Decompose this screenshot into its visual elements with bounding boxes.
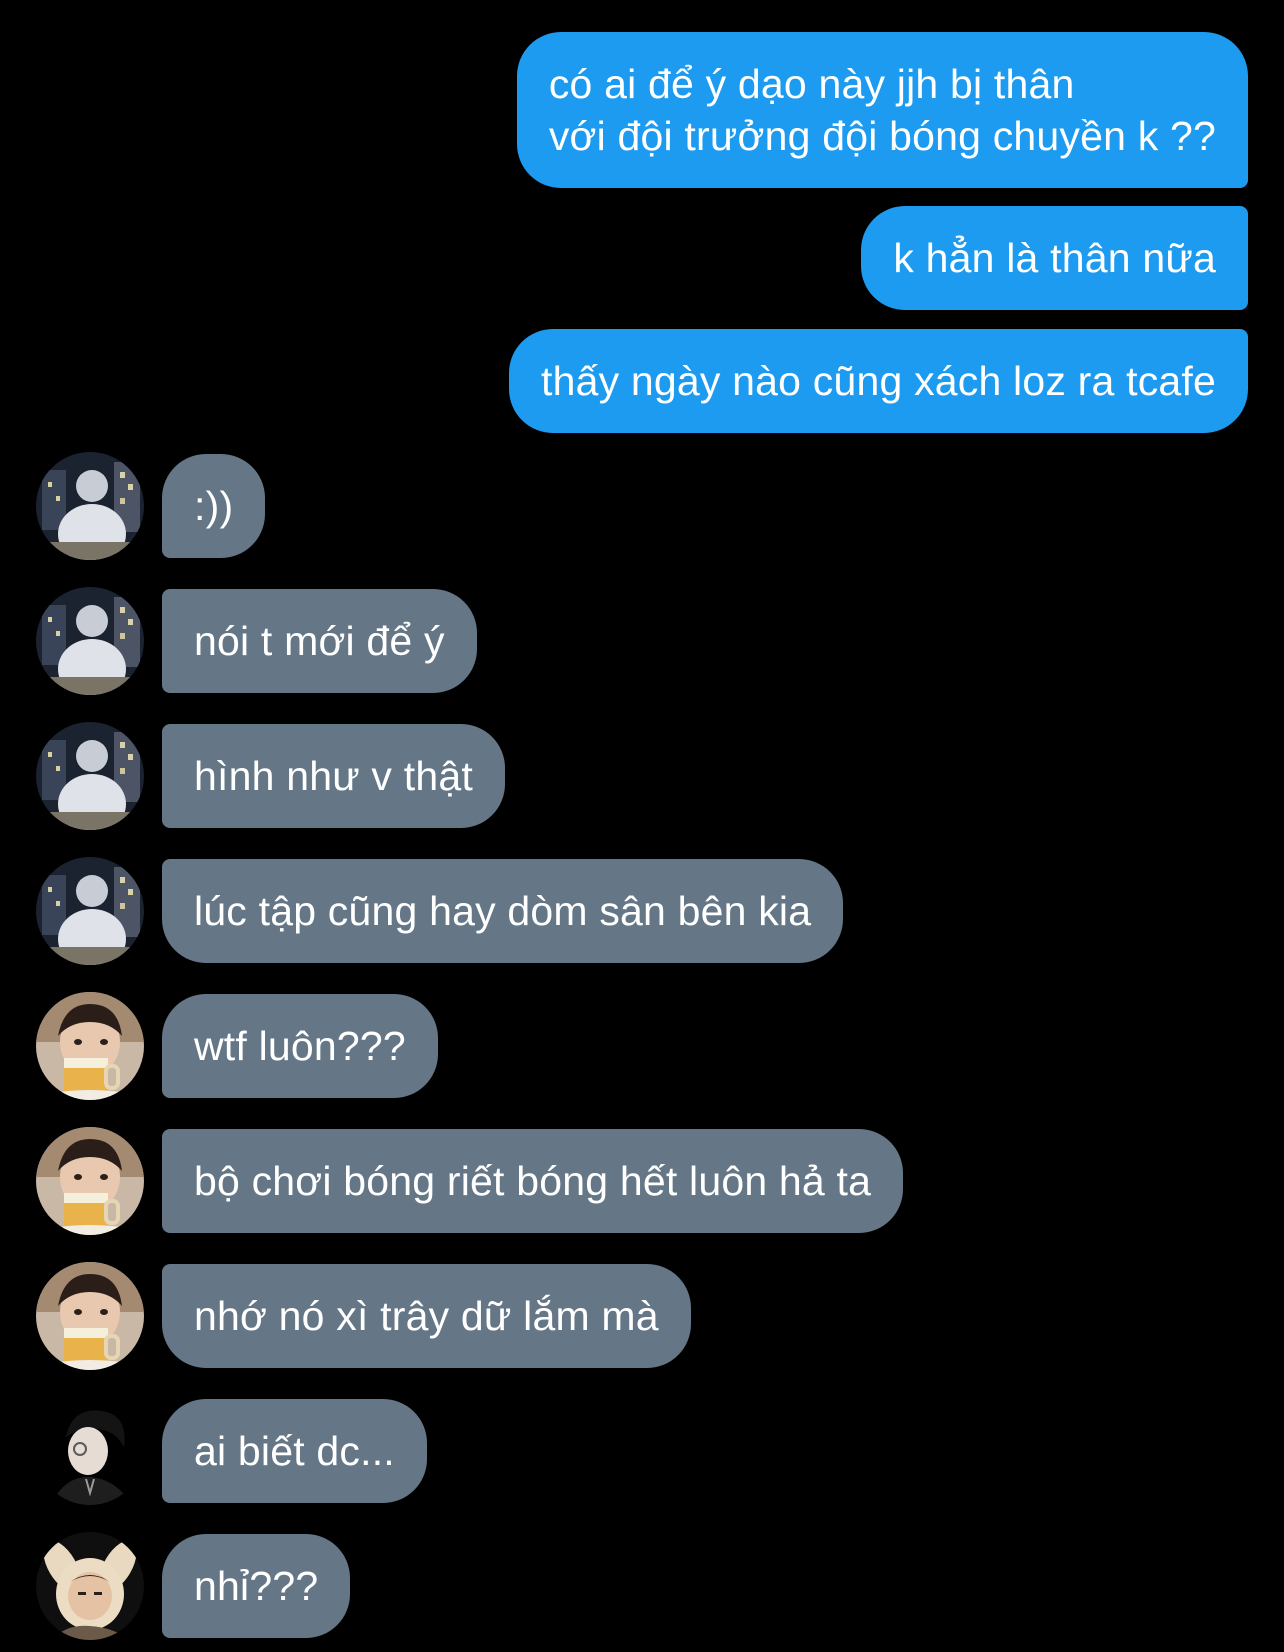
beer-boy-avatar-icon[interactable] xyxy=(36,1127,144,1235)
incoming-message-row: :)) xyxy=(36,452,266,560)
incoming-message-bubble[interactable]: :)) xyxy=(162,454,266,558)
incoming-message-row: lúc tập cũng hay dòm sân bên kia xyxy=(36,857,844,965)
incoming-message-row: nhớ nó xì trây dữ lắm mà xyxy=(36,1262,691,1370)
incoming-message-row: nhỉ??? xyxy=(36,1532,351,1640)
night-street-avatar-icon[interactable] xyxy=(36,722,144,830)
outgoing-message-bubble[interactable]: thấy ngày nào cũng xách loz ra tcafe xyxy=(508,329,1248,433)
night-street-avatar-icon[interactable] xyxy=(36,452,144,560)
glasses-boy-avatar-icon[interactable] xyxy=(36,1397,144,1505)
outgoing-message-bubble[interactable]: k hẳn là thân nữa xyxy=(861,206,1248,310)
incoming-message-row: nói t mới để ý xyxy=(36,587,477,695)
outgoing-message-bubble[interactable]: có ai để ý dạo này jjh bị thân với đội t… xyxy=(516,32,1248,188)
outgoing-message-row: k hẳn là thân nữa xyxy=(861,206,1248,310)
incoming-message-bubble[interactable]: hình như v thật xyxy=(162,724,505,828)
incoming-message-row: bộ chơi bóng riết bóng hết luôn hả ta xyxy=(36,1127,904,1235)
night-street-avatar-icon[interactable] xyxy=(36,857,144,965)
incoming-message-bubble[interactable]: bộ chơi bóng riết bóng hết luôn hả ta xyxy=(162,1129,904,1233)
incoming-message-bubble[interactable]: nói t mới để ý xyxy=(162,589,477,693)
incoming-message-row: ai biết dc... xyxy=(36,1397,427,1505)
night-street-avatar-icon[interactable] xyxy=(36,587,144,695)
incoming-message-row: wtf luôn??? xyxy=(36,992,438,1100)
incoming-message-row: hình như v thật xyxy=(36,722,505,830)
incoming-message-bubble[interactable]: lúc tập cũng hay dòm sân bên kia xyxy=(162,859,844,963)
chat-thread: có ai để ý dạo này jjh bị thân với đội t… xyxy=(0,0,1284,1652)
outgoing-message-row: có ai để ý dạo này jjh bị thân với đội t… xyxy=(516,32,1248,188)
incoming-message-bubble[interactable]: ai biết dc... xyxy=(162,1399,427,1503)
bunny-hat-avatar-icon[interactable] xyxy=(36,1532,144,1640)
incoming-message-bubble[interactable]: nhớ nó xì trây dữ lắm mà xyxy=(162,1264,691,1368)
beer-boy-avatar-icon[interactable] xyxy=(36,992,144,1100)
incoming-message-bubble[interactable]: wtf luôn??? xyxy=(162,994,438,1098)
outgoing-message-row: thấy ngày nào cũng xách loz ra tcafe xyxy=(508,329,1248,433)
incoming-message-bubble[interactable]: nhỉ??? xyxy=(162,1534,351,1638)
beer-boy-avatar-icon[interactable] xyxy=(36,1262,144,1370)
